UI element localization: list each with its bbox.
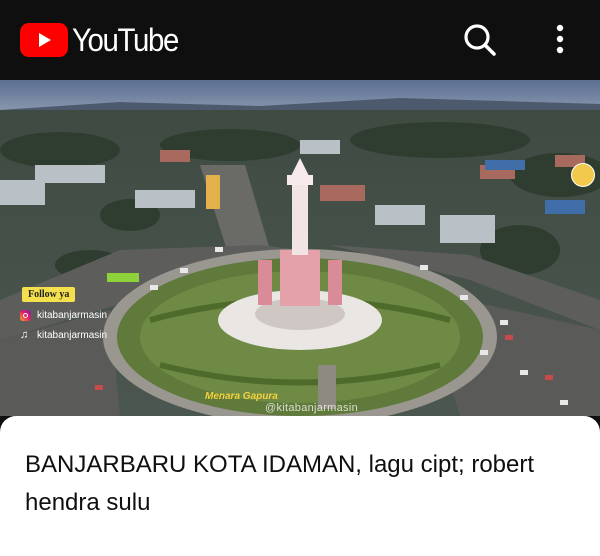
youtube-play-icon [20,23,68,57]
instagram-icon [20,309,31,321]
channel-badge-icon [571,163,595,187]
video-player[interactable]: Follow ya kitabanjarmasin ♫ kitabanjarma… [0,80,600,416]
top-app-bar: YouTube [0,0,600,80]
video-title[interactable]: BANJARBARU KOTA IDAMAN, lagu cipt; rober… [25,446,585,522]
more-options-button[interactable] [545,20,575,60]
video-watermark: @kitabanjarmasin [265,402,359,414]
tiktok-icon: ♫ [20,329,29,341]
search-button[interactable] [460,20,500,60]
tiktok-handle: kitabanjarmasin [37,329,108,341]
video-frame [0,80,600,416]
instagram-handle: kitabanjarmasin [37,309,108,321]
follow-label: Follow ya [22,287,76,302]
video-info-panel: BANJARBARU KOTA IDAMAN, lagu cipt; rober… [0,416,600,556]
search-icon [464,24,496,56]
tiktok-handle-row: ♫ kitabanjarmasin [20,327,107,343]
youtube-logo[interactable]: YouTube [20,22,187,59]
youtube-wordmark: YouTube [72,21,179,58]
more-vertical-icon [556,24,564,54]
instagram-handle-row: kitabanjarmasin [20,307,107,323]
location-caption: Menara Gapura [205,391,278,402]
